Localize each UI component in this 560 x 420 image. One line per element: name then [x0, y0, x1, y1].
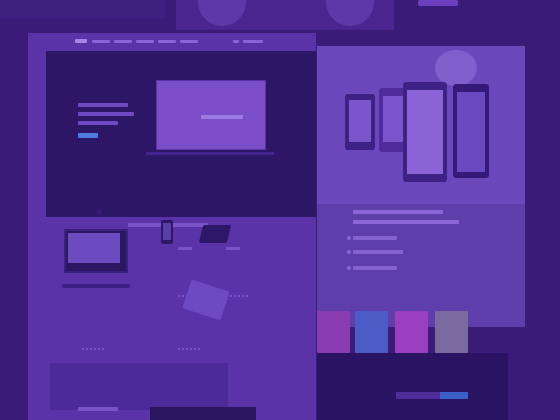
top-right-button[interactable] [418, 0, 458, 6]
panel-heading-line [353, 220, 459, 224]
top-left-mockup [0, 0, 165, 18]
monitor-screen [68, 233, 120, 263]
tablet-product-image[interactable] [198, 225, 232, 243]
hero-headline-line [78, 121, 118, 125]
pricing-tile[interactable] [395, 311, 428, 353]
footer-section [317, 353, 508, 420]
hero-cta-button[interactable] [78, 133, 98, 138]
hero-headline-line [78, 112, 134, 116]
top-center-mockup [176, 0, 394, 30]
site-logo[interactable] [75, 39, 87, 43]
product-label-line [226, 247, 240, 250]
newsletter-submit-button[interactable] [440, 392, 468, 399]
phone-product-screen [163, 223, 171, 240]
laptop-base [146, 152, 274, 155]
hero-headline-line [78, 103, 128, 107]
feature-row [353, 250, 403, 254]
nav-link[interactable] [92, 40, 110, 43]
pricing-tile[interactable] [355, 311, 388, 353]
phones-showcase-image [317, 46, 525, 204]
pricing-tile[interactable] [435, 311, 468, 353]
phone-image-screen [407, 90, 443, 174]
phone-image-screen [383, 96, 405, 142]
nav-link[interactable] [136, 40, 154, 43]
bottom-heading-line [78, 407, 118, 411]
feature-icon [347, 266, 351, 270]
nav-link[interactable] [158, 40, 176, 43]
bottom-section [50, 363, 228, 411]
feature-icon [347, 250, 351, 254]
watch-product-image[interactable] [182, 279, 230, 321]
nav-link[interactable] [233, 40, 239, 43]
feature-row [353, 236, 397, 240]
phones-panel [317, 46, 525, 327]
website-mockup [28, 33, 316, 420]
pricing-tile[interactable] [317, 311, 350, 353]
bottom-laptop-image [150, 407, 256, 420]
rating-stars-icon [226, 295, 248, 299]
slider-dot[interactable] [96, 209, 102, 215]
phone-image-screen [349, 100, 371, 142]
monitor-stand [62, 284, 130, 288]
splash-graphic-icon [435, 50, 477, 86]
gear-graphic-icon [326, 0, 374, 26]
site-navbar [28, 33, 316, 51]
panel-heading-line [353, 210, 443, 214]
phone-image-screen [457, 92, 485, 172]
product-label-line [178, 247, 192, 250]
laptop-screen [156, 80, 266, 150]
nav-link[interactable] [243, 40, 263, 43]
feature-row [353, 266, 397, 270]
nav-link[interactable] [114, 40, 132, 43]
nav-link[interactable] [180, 40, 198, 43]
hero-section [46, 51, 316, 217]
laptop-screen-text-line [201, 115, 243, 119]
rating-stars-icon [82, 348, 104, 352]
feature-icon [347, 236, 351, 240]
rating-stars-icon [178, 348, 200, 352]
gear-graphic-icon [198, 0, 246, 26]
